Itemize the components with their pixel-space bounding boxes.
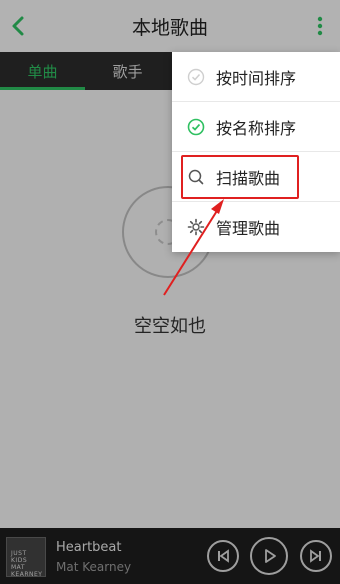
popup-menu: 按时间排序 按名称排序 扫描歌曲 管理歌曲: [172, 52, 340, 252]
menu-item-sort-by-name[interactable]: 按名称排序: [172, 102, 340, 152]
menu-item-manage-songs[interactable]: 管理歌曲: [172, 202, 340, 252]
check-circle-icon: [184, 65, 208, 89]
menu-item-label: 管理歌曲: [216, 219, 281, 238]
gear-icon: [184, 215, 208, 239]
check-circle-icon: [184, 115, 208, 139]
menu-item-label: 按名称排序: [216, 118, 297, 138]
annotation-highlight-box: [181, 155, 299, 199]
menu-item-sort-by-time[interactable]: 按时间排序: [172, 52, 340, 102]
menu-item-label: 按时间排序: [216, 68, 297, 88]
